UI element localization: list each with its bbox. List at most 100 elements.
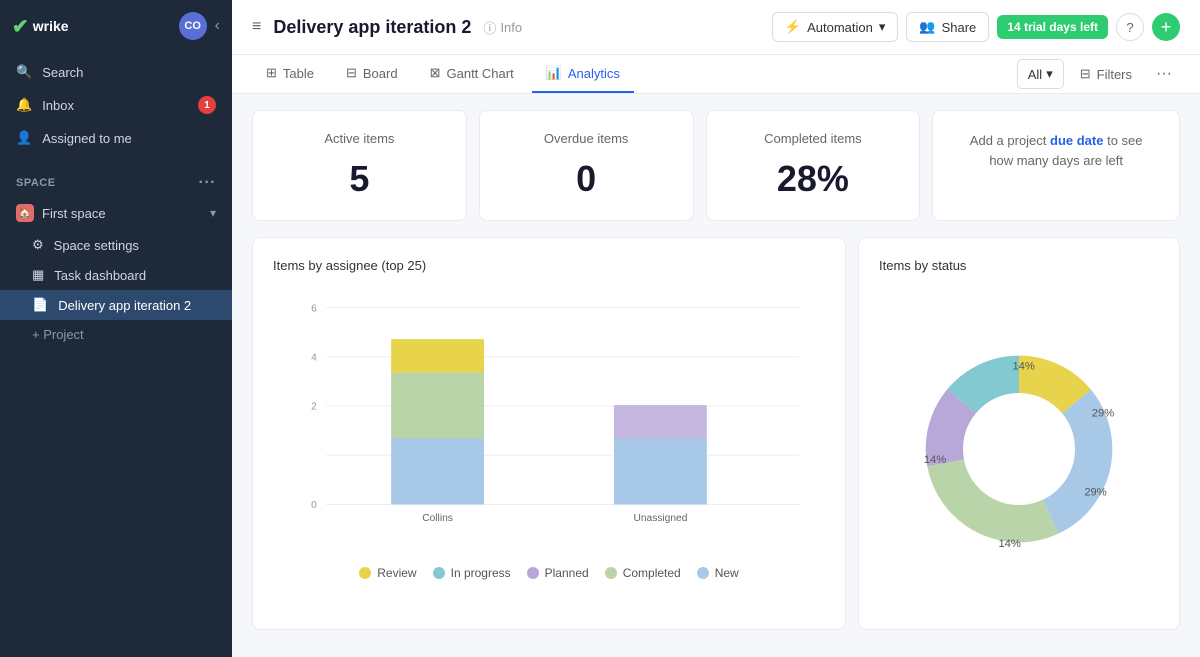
tab-board[interactable]: ⊟ Board	[332, 55, 412, 93]
donut-label-inprogress: 14%	[924, 454, 946, 466]
sidebar-item-delivery-app-2[interactable]: 📄 Delivery app iteration 2	[0, 290, 232, 320]
legend-new-label: New	[715, 566, 739, 580]
sidebar-collapse-button[interactable]: ‹	[215, 17, 220, 35]
space-section-label: Space	[16, 177, 56, 189]
info-button[interactable]: ⓘ Info	[483, 18, 522, 37]
legend-completed-label: Completed	[623, 566, 681, 580]
legend-planned: Planned	[527, 566, 589, 580]
inbox-badge: 1	[198, 96, 216, 114]
automation-button[interactable]: ⚡ Automation ▾	[772, 12, 898, 42]
filter-all-chevron-icon: ▾	[1046, 66, 1053, 82]
sidebar: ✔ wrike CO ‹ 🔍 Search 🔔 Inbox 1 👤 Assign…	[0, 0, 232, 657]
add-project-button[interactable]: + Project	[0, 320, 232, 349]
add-icon: +	[1161, 17, 1172, 38]
space-settings-label: Space settings	[54, 238, 139, 253]
space-section-menu-icon[interactable]: ···	[199, 174, 216, 192]
analytics-content: Active items 5 Overdue items 0 Completed…	[232, 94, 1200, 657]
due-date-note: Add a project due date to see how many d…	[957, 131, 1155, 170]
search-icon: 🔍	[16, 64, 32, 80]
donut-chart-container: 14% 29% 29% 14% 14%	[879, 289, 1159, 609]
share-label: Share	[942, 20, 977, 35]
info-circle-icon: ⓘ	[483, 18, 496, 37]
share-button[interactable]: 👥 Share	[906, 12, 989, 42]
info-label: Info	[500, 20, 522, 35]
more-options-button[interactable]: ···	[1148, 59, 1180, 89]
bar-collins-review	[391, 339, 484, 372]
tabbar: ⊞ Table ⊟ Board ⊠ Gantt Chart 📊 Analytic…	[232, 55, 1200, 94]
topbar-doc-icon: ≡	[252, 18, 261, 36]
svg-text:4: 4	[311, 353, 317, 364]
overdue-items-card: Overdue items 0	[479, 110, 694, 221]
sidebar-navigation: 🔍 Search 🔔 Inbox 1 👤 Assigned to me	[0, 52, 232, 158]
bar-chart-legend: Review In progress Planned Completed	[273, 566, 825, 580]
filter-icon: ⊟	[1080, 66, 1091, 82]
legend-dot-review	[359, 567, 371, 579]
bar-chart-container: 6 4 2 0 Collins	[273, 289, 825, 554]
page-title: Delivery app iteration 2	[273, 17, 471, 38]
tab-table-label: Table	[283, 66, 314, 81]
settings-icon: ⚙	[32, 237, 44, 253]
doc-icon: 📄	[32, 297, 48, 313]
sidebar-item-assigned[interactable]: 👤 Assigned to me	[0, 122, 232, 154]
overdue-items-value: 0	[504, 158, 669, 200]
trial-badge[interactable]: 14 trial days left	[997, 15, 1108, 39]
svg-text:Unassigned: Unassigned	[633, 513, 687, 524]
sidebar-item-task-dashboard[interactable]: ▦ Task dashboard	[0, 260, 232, 290]
topbar-actions: ⚡ Automation ▾ 👥 Share 14 trial days lef…	[772, 12, 1180, 42]
sidebar-item-space-settings[interactable]: ⚙ Space settings	[0, 230, 232, 260]
sidebar-section-header: Space ···	[16, 174, 216, 192]
legend-dot-planned	[527, 567, 539, 579]
active-items-label: Active items	[277, 131, 442, 146]
due-date-note-link[interactable]: due date	[1050, 133, 1103, 148]
gantt-icon: ⊠	[430, 65, 441, 81]
bar-chart-card: Items by assignee (top 25) 6 4 2 0	[252, 237, 846, 630]
due-date-card: Add a project due date to see how many d…	[932, 110, 1180, 221]
bar-unassigned-new	[614, 439, 707, 505]
filters-button[interactable]: ⊟ Filters	[1068, 58, 1144, 90]
add-project-label: + Project	[32, 327, 84, 342]
tab-table[interactable]: ⊞ Table	[252, 55, 328, 93]
automation-label: Automation	[807, 20, 873, 35]
filter-all-button[interactable]: All ▾	[1017, 59, 1064, 89]
task-dashboard-label: Task dashboard	[54, 268, 146, 283]
completed-items-card: Completed items 28%	[706, 110, 921, 221]
topbar: ≡ Delivery app iteration 2 ⓘ Info ⚡ Auto…	[232, 0, 1200, 55]
automation-chevron-icon: ▾	[879, 19, 886, 35]
donut-center	[968, 398, 1071, 501]
bar-chart-svg: 6 4 2 0 Collins	[273, 289, 825, 549]
bar-chart-title: Items by assignee (top 25)	[273, 258, 825, 273]
tab-board-label: Board	[363, 66, 398, 81]
completed-items-value: 28%	[731, 158, 896, 200]
sidebar-inbox-label: Inbox	[42, 98, 74, 113]
active-items-card: Active items 5	[252, 110, 467, 221]
donut-chart-card: Items by status	[858, 237, 1180, 630]
table-icon: ⊞	[266, 65, 277, 81]
sidebar-item-search[interactable]: 🔍 Search	[0, 56, 232, 88]
sidebar-item-inbox[interactable]: 🔔 Inbox 1	[0, 88, 232, 122]
help-button[interactable]: ?	[1116, 13, 1144, 41]
donut-chart-title: Items by status	[879, 258, 1159, 273]
filter-all-label: All	[1028, 67, 1042, 82]
bar-collins-completed	[391, 373, 484, 439]
legend-dot-new	[697, 567, 709, 579]
charts-row: Items by assignee (top 25) 6 4 2 0	[252, 237, 1180, 630]
space-color-icon: 🏠	[16, 204, 34, 222]
add-button[interactable]: +	[1152, 13, 1180, 41]
tab-analytics[interactable]: 📊 Analytics	[532, 55, 634, 93]
user-avatar[interactable]: CO	[179, 12, 207, 40]
legend-completed: Completed	[605, 566, 681, 580]
automation-icon: ⚡	[785, 19, 801, 35]
tab-gantt[interactable]: ⊠ Gantt Chart	[416, 55, 528, 93]
share-icon: 👥	[919, 19, 935, 35]
dashboard-icon: ▦	[32, 267, 44, 283]
sidebar-search-label: Search	[42, 65, 83, 80]
donut-label-new: 29%	[1092, 407, 1114, 419]
stats-row: Active items 5 Overdue items 0 Completed…	[252, 110, 1180, 221]
legend-inprogress: In progress	[433, 566, 511, 580]
inbox-icon: 🔔	[16, 97, 32, 113]
svg-text:2: 2	[311, 402, 317, 413]
donut-label-completed: 29%	[1084, 487, 1106, 499]
sidebar-item-first-space[interactable]: 🏠 First space ▾	[0, 196, 232, 230]
legend-planned-label: Planned	[545, 566, 589, 580]
chevron-down-icon: ▾	[210, 206, 216, 220]
